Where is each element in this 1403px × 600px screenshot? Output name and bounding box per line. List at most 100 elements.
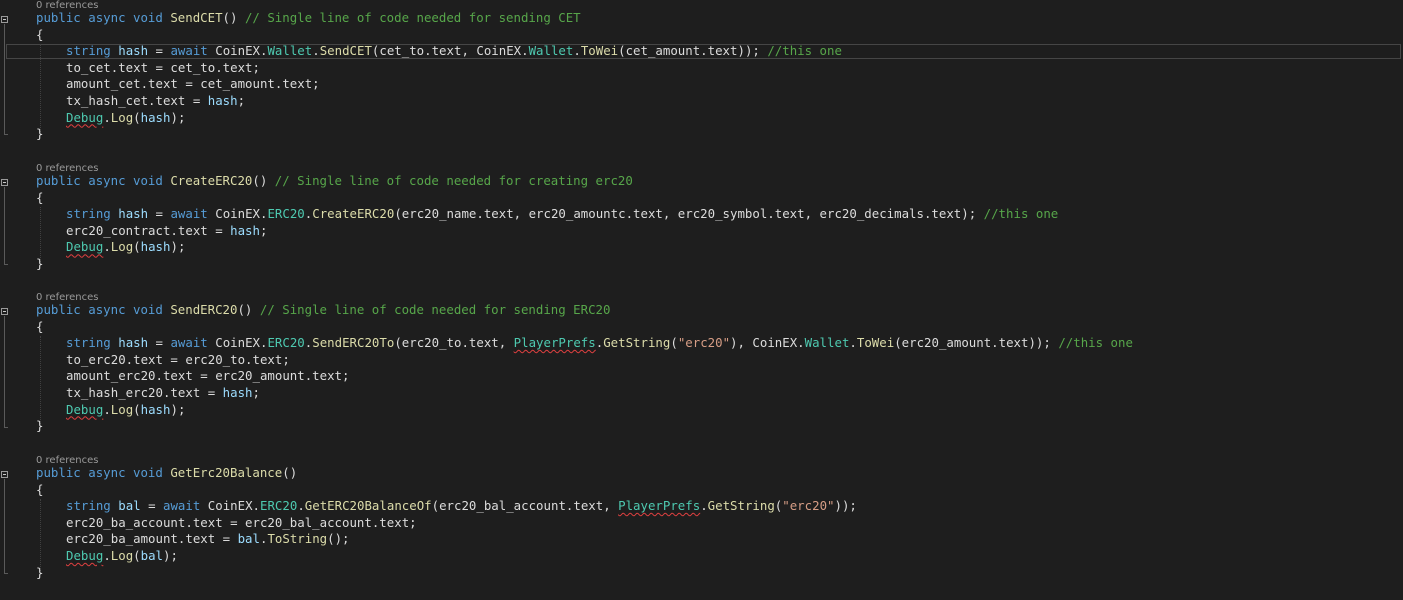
- keyword: await: [163, 498, 201, 514]
- fold-guide: [4, 479, 5, 573]
- code-text: .: [573, 43, 581, 59]
- code-line[interactable]: Debug.Log(hash);: [66, 110, 185, 127]
- keyword: void: [133, 465, 163, 480]
- type-name: ERC20: [267, 206, 305, 222]
- code-line[interactable]: erc20_contract.text = hash;: [66, 223, 267, 240]
- keyword: async: [88, 302, 126, 317]
- open-brace[interactable]: {: [36, 190, 43, 207]
- code-line[interactable]: string hash = await CoinEX.Wallet.SendCE…: [66, 43, 842, 60]
- code-text: CoinEX.: [207, 43, 268, 59]
- string-literal: "erc20": [677, 335, 731, 351]
- code-line[interactable]: amount_cet.text = cet_amount.text;: [66, 76, 320, 93]
- keyword: string: [66, 498, 111, 514]
- code-text: .: [297, 498, 305, 514]
- comment: // Single line of code needed for sendin…: [244, 10, 581, 25]
- method-name: ToString: [267, 531, 328, 547]
- keyword: public: [36, 173, 81, 188]
- identifier: hash: [118, 335, 149, 351]
- code-text: erc20_contract.text =: [66, 222, 231, 238]
- code-line[interactable]: string bal = await CoinEX.ERC20.GetERC20…: [66, 498, 857, 515]
- keyword: string: [66, 206, 111, 222]
- code-text: (erc20_to.text,: [394, 335, 514, 351]
- code-line[interactable]: Debug.Log(hash);: [66, 239, 185, 256]
- method-name: CreateERC20: [170, 173, 253, 188]
- code-text: CoinEX.: [207, 335, 268, 351]
- fold-end-tick: [4, 264, 8, 265]
- close-brace[interactable]: }: [36, 256, 43, 273]
- code-line[interactable]: Debug.Log(bal);: [66, 548, 178, 565]
- code-line[interactable]: Debug.Log(hash);: [66, 402, 185, 419]
- collapse-icon[interactable]: [1, 179, 8, 186]
- identifier: hash: [222, 385, 253, 400]
- keyword: await: [170, 43, 208, 59]
- code-text: (cet_amount.text));: [618, 43, 768, 59]
- close-brace[interactable]: }: [36, 418, 43, 435]
- code-line[interactable]: to_cet.text = cet_to.text;: [66, 60, 260, 77]
- code-text: );: [170, 401, 186, 417]
- keyword: await: [170, 335, 208, 351]
- open-brace[interactable]: {: [36, 482, 43, 499]
- string-literal: "erc20": [782, 498, 835, 514]
- code-line[interactable]: string hash = await CoinEX.ERC20. SendERC…: [66, 335, 1133, 352]
- comment: // Single line of code needed for sendin…: [259, 302, 611, 317]
- code-line[interactable]: to_erc20.text = erc20_to.text;: [66, 352, 290, 369]
- comment: //this one: [767, 43, 842, 59]
- code-line[interactable]: tx_hash_cet.text = hash;: [66, 93, 245, 110]
- code-text: .: [312, 43, 320, 59]
- comment: // Single line of code needed for creati…: [274, 173, 633, 188]
- code-text: (erc20_amount.text));: [894, 335, 1059, 351]
- method-name: CreateERC20: [312, 206, 395, 222]
- keyword: void: [133, 10, 163, 25]
- collapse-icon[interactable]: [1, 16, 8, 23]
- method-signature[interactable]: public async void GetErc20Balance(): [36, 465, 297, 482]
- keyword: public: [36, 10, 81, 25]
- method-name: GetString: [603, 335, 671, 351]
- open-brace[interactable]: {: [36, 27, 43, 44]
- keyword: public: [36, 302, 81, 317]
- method-signature[interactable]: public async void SendERC20() // Single …: [36, 302, 610, 319]
- keyword: void: [133, 302, 163, 317]
- code-text: =: [148, 206, 171, 222]
- type-name: Wallet: [804, 335, 850, 351]
- identifier: bal: [118, 498, 141, 514]
- method-name: ToWei: [580, 43, 619, 59]
- identifier: hash: [207, 93, 238, 108]
- close-brace[interactable]: }: [36, 126, 43, 143]
- fold-guide: [4, 187, 5, 264]
- collapse-icon[interactable]: [1, 308, 8, 315]
- method-signature[interactable]: public async void CreateERC20() // Singl…: [36, 173, 633, 190]
- code-text: .: [103, 109, 111, 125]
- code-text: (cet_to.text, CoinEX.: [371, 43, 529, 59]
- close-brace[interactable]: }: [36, 565, 43, 582]
- code-line[interactable]: erc20_ba_account.text = erc20_bal_accoun…: [66, 515, 417, 532]
- method-name: GetString: [707, 498, 775, 514]
- code-text: =: [140, 498, 164, 514]
- code-text: tx_hash_cet.text =: [66, 93, 208, 108]
- method-signature[interactable]: public async void SendCET() // Single li…: [36, 10, 581, 27]
- code-text: =: [148, 335, 171, 351]
- keyword: public: [36, 465, 81, 480]
- code-text: (: [133, 239, 141, 255]
- code-text: =: [148, 43, 171, 59]
- keyword: await: [170, 206, 208, 222]
- code-text: amount_erc20.text = erc20_amount.text;: [66, 368, 350, 384]
- method-name: SendCET: [319, 43, 372, 59]
- indent-guide: [40, 207, 41, 262]
- code-text: .: [700, 498, 708, 514]
- code-line[interactable]: tx_hash_erc20.text = hash;: [66, 385, 260, 402]
- fold-end-tick: [4, 134, 8, 135]
- code-text: ;: [259, 222, 268, 238]
- collapse-icon[interactable]: [1, 471, 8, 478]
- code-line[interactable]: amount_erc20.text = erc20_amount.text;: [66, 368, 349, 385]
- code-editor[interactable]: 0 references public async void SendCET()…: [0, 0, 1403, 600]
- identifier: hash: [230, 222, 260, 238]
- code-line[interactable]: erc20_ba_amount.text = bal.ToString();: [66, 531, 350, 548]
- code-text: (: [133, 548, 141, 563]
- open-brace[interactable]: {: [36, 319, 43, 336]
- keyword: string: [66, 43, 111, 59]
- code-line[interactable]: string hash = await CoinEX.ERC20.CreateE…: [66, 206, 1058, 223]
- indent-guide: [40, 336, 41, 424]
- code-text: ();: [327, 531, 350, 547]
- method-name: SendERC20: [170, 302, 238, 317]
- unresolved-type: Debug: [66, 109, 104, 125]
